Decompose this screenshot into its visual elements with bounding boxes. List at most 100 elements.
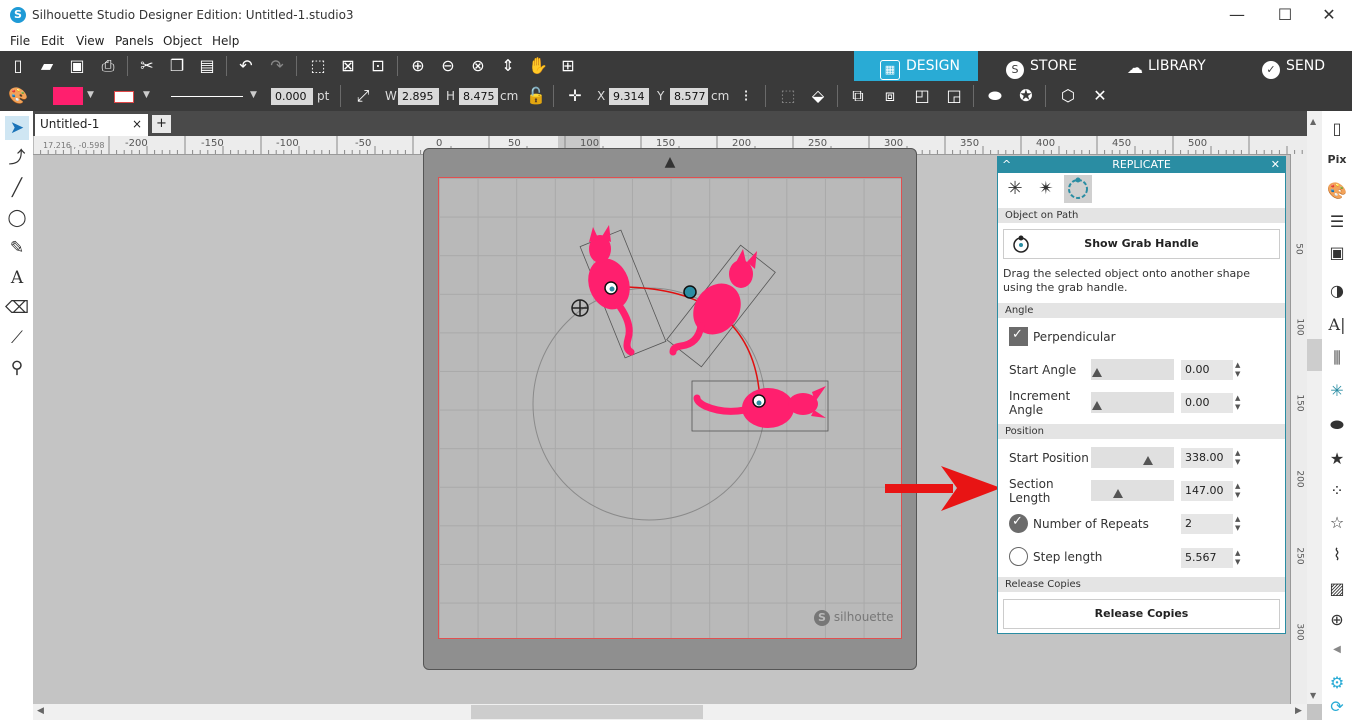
object-on-path-mode-icon[interactable] <box>1064 175 1092 203</box>
anchor-point-icon[interactable]: ⁝ <box>734 85 758 107</box>
redo-icon[interactable]: ↷ <box>265 55 289 77</box>
start-position-field[interactable]: 338.00 <box>1181 448 1233 468</box>
scroll-right-icon[interactable]: ▶ <box>1295 706 1302 716</box>
maximize-button[interactable]: ☐ <box>1270 4 1300 26</box>
number-of-repeats-radio[interactable]: ✓ <box>1009 514 1028 533</box>
open-folder-icon[interactable]: ▰ <box>35 55 59 77</box>
slider-knob[interactable] <box>1113 489 1123 498</box>
grab-handle-icon[interactable] <box>752 394 766 408</box>
slider-knob[interactable] <box>1092 368 1102 377</box>
settings-gear-icon[interactable]: ⚙ <box>1325 671 1349 695</box>
collapse-chevron-icon[interactable]: ^ <box>1002 157 1011 173</box>
new-file-icon[interactable]: ▯ <box>6 55 30 77</box>
save-icon[interactable]: ▣ <box>65 55 89 77</box>
3d-box-icon[interactable]: ⬡ <box>1056 85 1080 107</box>
menu-edit[interactable]: Edit <box>41 34 64 48</box>
width-field[interactable]: 2.895 <box>398 88 439 105</box>
pencil-tool-icon[interactable]: ✎ <box>5 236 29 260</box>
ungroup-icon[interactable]: ⬙ <box>806 85 830 107</box>
bring-forward-icon[interactable]: ◰ <box>910 85 934 107</box>
menu-view[interactable]: View <box>76 34 104 48</box>
knife-tool-icon[interactable]: ⟋ <box>5 326 29 350</box>
start-angle-field[interactable]: 0.00 <box>1181 360 1233 380</box>
start-angle-slider[interactable] <box>1091 359 1174 380</box>
print-icon[interactable]: ⎙ <box>96 55 120 77</box>
start-position-slider[interactable] <box>1091 447 1174 468</box>
start-angle-spinner[interactable]: ▲ ▼ <box>1235 361 1243 379</box>
text-style-icon[interactable]: A| <box>1325 313 1349 337</box>
star-outline-icon[interactable]: ☆ <box>1325 511 1349 535</box>
add-tab-button[interactable]: + <box>152 115 171 133</box>
scroll-up-icon[interactable]: ▲ <box>1310 117 1316 126</box>
fill-color-swatch[interactable] <box>53 87 83 105</box>
scroll-left-icon[interactable]: ◀ <box>37 706 44 716</box>
line-width-field[interactable]: 0.000 <box>271 88 313 105</box>
grab-handle-icon[interactable] <box>604 281 618 295</box>
pan-hand-icon[interactable]: ✋ <box>526 55 550 77</box>
undo-icon[interactable]: ↶ <box>234 55 258 77</box>
zoom-in-icon[interactable]: ⊕ <box>406 55 430 77</box>
offset-icon[interactable]: ★ <box>1325 447 1349 471</box>
tab-library[interactable]: ☁ LIBRARY <box>1124 51 1206 81</box>
document-tab-close-icon[interactable]: × <box>132 114 142 134</box>
collapse-panel-icon[interactable]: ◀ <box>1325 638 1349 662</box>
page-setup-icon[interactable]: ▯ <box>1325 117 1349 141</box>
line-style-dropdown-icon[interactable]: ▼ <box>250 90 257 100</box>
minimize-button[interactable]: — <box>1222 4 1252 26</box>
replicate-panel-icon[interactable]: ✳ <box>1325 379 1349 403</box>
cat-shape[interactable] <box>669 249 757 356</box>
hatch-icon[interactable]: ▨ <box>1325 577 1349 601</box>
fill-dropdown-icon[interactable]: ▼ <box>87 90 94 100</box>
release-copies-button[interactable]: Release Copies <box>1003 599 1280 629</box>
group-icon[interactable]: ⬚ <box>776 85 800 107</box>
line-color-swatch[interactable] <box>114 91 134 103</box>
y-field[interactable]: 8.577 <box>670 88 708 105</box>
send-backward-icon[interactable]: ◲ <box>942 85 966 107</box>
select-arrow-icon[interactable]: ➤ <box>5 116 29 140</box>
trace-icon[interactable]: ⁘ <box>1325 479 1349 503</box>
number-of-repeats-field[interactable]: 2 <box>1181 514 1233 534</box>
increment-angle-spinner[interactable]: ▲ ▼ <box>1235 394 1243 412</box>
step-length-spinner[interactable]: ▲ ▼ <box>1235 549 1243 567</box>
modify-icon[interactable]: ⬬ <box>1325 413 1349 437</box>
zoom-out-icon[interactable]: ⊖ <box>436 55 460 77</box>
eyedropper-tool-icon[interactable]: ⚲ <box>5 356 29 380</box>
line-style-icon[interactable]: ☰ <box>1325 210 1349 234</box>
zoom-select-icon[interactable]: ⊗ <box>466 55 490 77</box>
drag-view-icon[interactable]: ⇕ <box>496 55 520 77</box>
line-tool-icon[interactable]: ╱ <box>5 176 29 200</box>
fill-panel-icon[interactable]: 🎨 <box>1325 179 1349 203</box>
show-grab-handle-button[interactable]: Show Grab Handle <box>1003 229 1280 259</box>
slider-knob[interactable] <box>1092 401 1102 410</box>
knife-panel-icon[interactable]: ⌇ <box>1325 543 1349 567</box>
menu-help[interactable]: Help <box>212 34 239 48</box>
tab-store[interactable]: S STORE <box>1006 51 1077 81</box>
send-to-back-icon[interactable]: ⧈ <box>878 85 902 107</box>
pixscan-icon[interactable]: Pix <box>1325 148 1349 172</box>
step-length-radio[interactable] <box>1009 547 1028 566</box>
align-icon[interactable]: ⫼ <box>1325 346 1349 370</box>
line-color-dropdown-icon[interactable]: ▼ <box>143 90 150 100</box>
palette-icon[interactable]: 🎨 <box>6 85 30 107</box>
increment-angle-field[interactable]: 0.00 <box>1181 393 1233 413</box>
replicate-basic-icon[interactable]: ✳ <box>1002 176 1028 202</box>
point-edit-icon[interactable]: ⤴ <box>5 146 29 170</box>
resize-diagonal-icon[interactable]: ⤢ <box>351 85 375 107</box>
tab-design[interactable]: ▦ DESIGN <box>854 51 978 81</box>
paste-icon[interactable]: ▤ <box>195 55 219 77</box>
grab-handle-icon[interactable] <box>683 285 697 299</box>
deselect-icon[interactable]: ⊠ <box>336 55 360 77</box>
perpendicular-checkbox[interactable]: ✓ <box>1009 327 1028 346</box>
menu-file[interactable]: File <box>10 34 30 48</box>
height-field[interactable]: 8.475 <box>459 88 498 105</box>
transparency-icon[interactable]: ◑ <box>1325 279 1349 303</box>
bring-to-front-icon[interactable]: ⧉ <box>846 85 870 107</box>
select-by-color-icon[interactable]: ⊡ <box>366 55 390 77</box>
star-offset-icon[interactable]: ✪ <box>1014 85 1038 107</box>
number-of-repeats-spinner[interactable]: ▲ ▼ <box>1235 515 1243 533</box>
sketch-icon[interactable]: ▣ <box>1325 241 1349 265</box>
panel-close-icon[interactable]: ✕ <box>1271 157 1280 173</box>
document-tab[interactable]: Untitled-1 × <box>35 114 148 136</box>
vertical-scrollbar[interactable]: ▲ ▼ <box>1307 111 1322 704</box>
tab-send[interactable]: ✓ SEND <box>1262 51 1325 81</box>
